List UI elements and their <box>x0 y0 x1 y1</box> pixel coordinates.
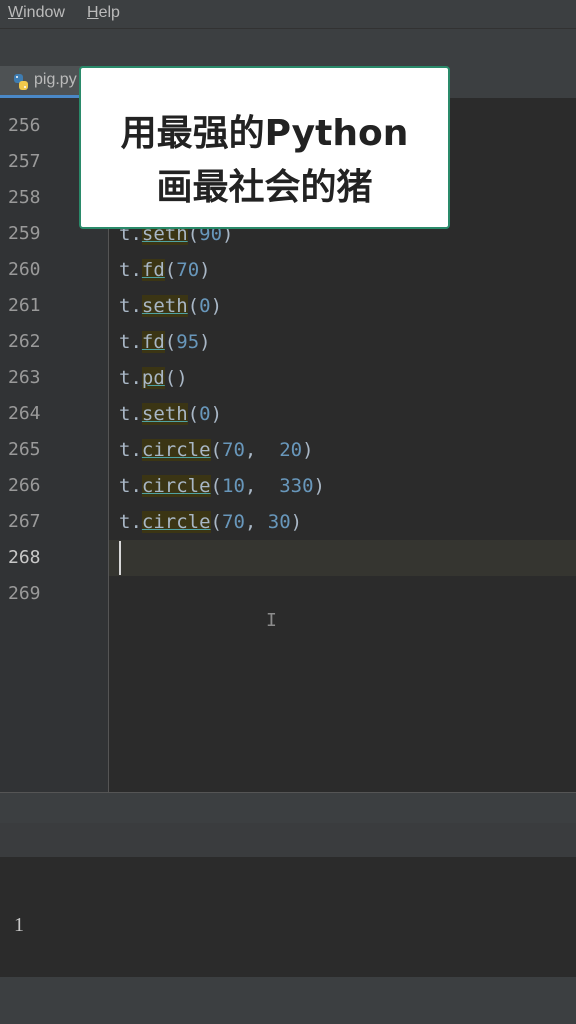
code-paren-open: ( <box>210 511 222 533</box>
code-paren-close: ) <box>210 295 223 317</box>
code-dot: . <box>130 259 142 281</box>
line-number: 269 <box>8 583 41 604</box>
code-paren-close: ) <box>290 511 303 533</box>
toolbar <box>0 29 576 68</box>
code-object: t <box>119 367 131 389</box>
run-panel-header <box>0 823 576 857</box>
code-function-name: circle <box>141 475 211 497</box>
bottom-toolbar <box>0 977 576 1024</box>
code-number: 95 <box>176 331 200 353</box>
line-number: 264 <box>8 403 41 424</box>
line-number: 257 <box>8 151 41 172</box>
code-line[interactable]: t.circle(10, 330) <box>119 468 325 504</box>
code-paren-close: ) <box>176 367 188 389</box>
line-number: 267 <box>8 511 41 532</box>
code-dot: . <box>130 367 142 389</box>
line-number: 258 <box>8 187 41 208</box>
code-line[interactable]: t.fd(70) <box>119 252 211 288</box>
code-number: 0 <box>199 403 211 425</box>
code-paren-close: ) <box>302 439 314 461</box>
code-number: 20 <box>279 439 303 461</box>
code-number: 70 <box>222 439 245 461</box>
tab-label: pig.py <box>34 71 77 88</box>
code-paren-close: ) <box>313 475 325 497</box>
console-panel[interactable]: 1 <box>0 857 576 977</box>
code-dot: . <box>130 295 142 317</box>
code-number: 70 <box>176 259 200 281</box>
code-line[interactable]: t.circle(70, 30) <box>119 504 302 540</box>
code-paren-close: ) <box>199 331 211 353</box>
code-dot: . <box>130 475 142 497</box>
code-paren-open: ( <box>210 475 222 497</box>
menu-help[interactable]: Help <box>87 4 120 22</box>
code-line[interactable]: t.seth(0) <box>119 288 222 324</box>
code-function-name: fd <box>141 331 165 353</box>
code-line[interactable]: t.fd(95) <box>119 324 211 360</box>
line-number: 260 <box>8 259 41 280</box>
code-separator: , <box>244 511 268 533</box>
ibeam-cursor-icon: I <box>266 610 277 631</box>
code-dot: . <box>130 511 142 533</box>
code-function-name: circle <box>141 511 211 533</box>
code-paren-close: ) <box>199 259 211 281</box>
code-separator: , <box>244 439 280 461</box>
code-paren-open: ( <box>187 295 200 317</box>
line-number-current: 268 <box>8 547 41 568</box>
code-number: 330 <box>279 475 314 497</box>
code-number: 0 <box>199 295 211 317</box>
title-overlay: 用最强的Python 画最社会的猪 <box>79 66 450 229</box>
code-dot: . <box>130 439 142 461</box>
code-function-name: fd <box>141 259 165 281</box>
line-number: 256 <box>8 115 41 136</box>
code-paren-open: ( <box>164 367 177 389</box>
code-line[interactable]: t.seth(0) <box>119 396 222 432</box>
code-function-name: seth <box>141 403 188 425</box>
line-number: 265 <box>8 439 41 460</box>
line-number: 266 <box>8 475 41 496</box>
code-object: t <box>119 331 131 353</box>
code-function-name: pd <box>141 367 165 389</box>
code-dot: . <box>130 403 142 425</box>
code-object: t <box>119 439 131 461</box>
code-line[interactable]: t.circle(70, 20) <box>119 432 314 468</box>
code-paren-open: ( <box>187 403 200 425</box>
code-object: t <box>119 403 131 425</box>
code-paren-open: ( <box>164 259 177 281</box>
code-number: 30 <box>267 511 291 533</box>
code-paren-open: ( <box>164 331 177 353</box>
code-number: 70 <box>222 511 245 533</box>
text-caret <box>119 541 121 575</box>
code-object: t <box>119 295 131 317</box>
code-function-name: circle <box>141 439 211 461</box>
line-number: 263 <box>8 367 41 388</box>
menu-bar: Window Help <box>0 0 576 29</box>
overlay-title-line2: 画最社会的猪 <box>156 167 373 208</box>
code-object: t <box>119 475 131 497</box>
code-object: t <box>119 511 131 533</box>
code-paren-close: ) <box>210 403 223 425</box>
code-paren-open: ( <box>210 439 222 461</box>
editor-status-strip <box>0 792 576 823</box>
code-line[interactable]: t.pd() <box>119 360 188 396</box>
code-object: t <box>119 259 131 281</box>
code-function-name: seth <box>141 295 188 317</box>
line-number: 262 <box>8 331 41 352</box>
console-output: 1 <box>14 914 24 936</box>
code-dot: . <box>130 331 142 353</box>
line-number: 261 <box>8 295 41 316</box>
python-icon <box>12 73 30 91</box>
code-number: 10 <box>222 475 245 497</box>
code-separator: , <box>244 475 280 497</box>
menu-window[interactable]: Window <box>8 4 65 22</box>
overlay-title-line1: 用最强的Python <box>120 113 409 154</box>
line-number: 259 <box>8 223 41 244</box>
